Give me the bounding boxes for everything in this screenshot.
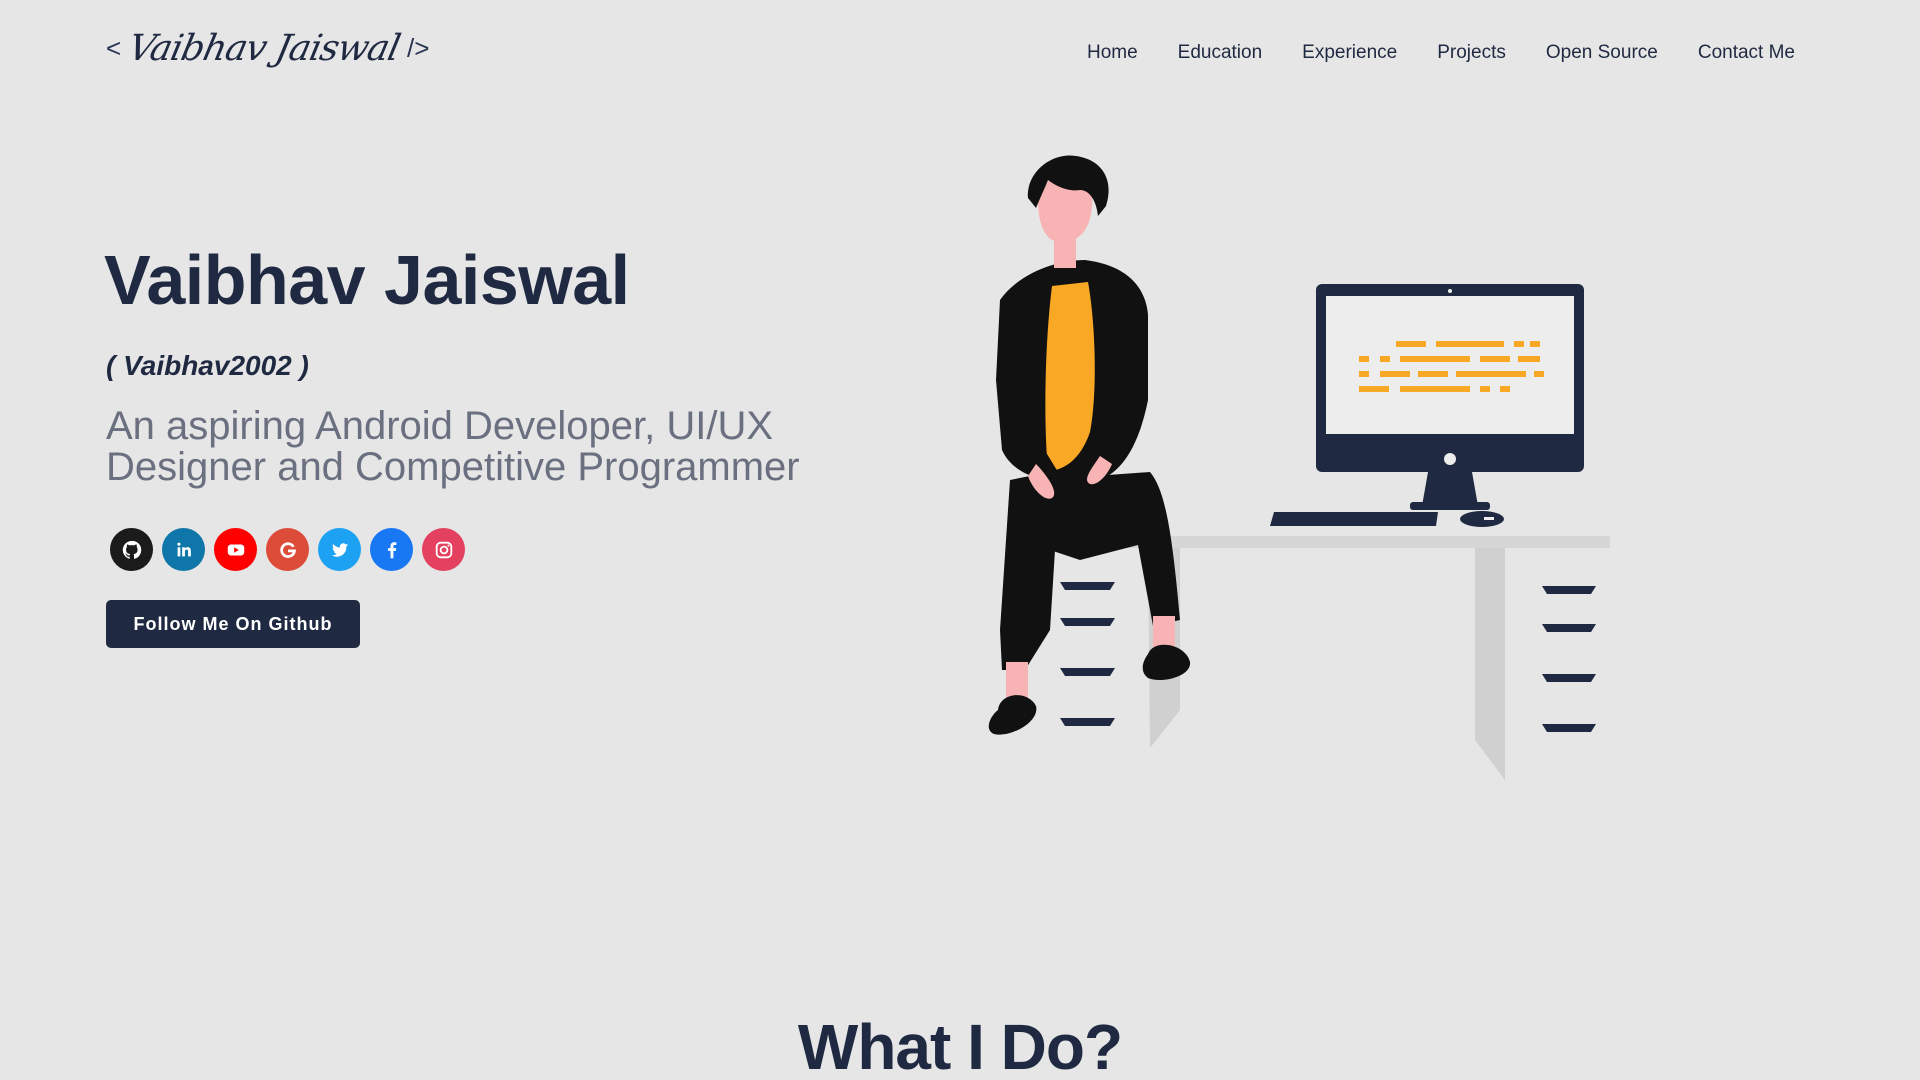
nav-link-contact[interactable]: Contact Me — [1698, 42, 1795, 63]
nav-item-contact: Contact Me — [1698, 42, 1795, 64]
github-icon[interactable] — [110, 528, 153, 571]
nav-link-education[interactable]: Education — [1178, 42, 1263, 63]
hero-handle: ( Vaibhav2002 ) — [106, 350, 309, 381]
logo[interactable]: < Vaibhav Jaiswal /> — [106, 28, 429, 69]
instagram-icon[interactable] — [422, 528, 465, 571]
monitor-illustration — [1270, 284, 1584, 527]
nav-link-home[interactable]: Home — [1087, 42, 1138, 63]
nav-item-open-source: Open Source — [1546, 42, 1658, 64]
nav-link-experience[interactable]: Experience — [1302, 42, 1397, 63]
google-icon[interactable] — [266, 528, 309, 571]
nav-item-home: Home — [1087, 42, 1138, 64]
logo-close-bracket: /> — [407, 33, 430, 63]
nav-item-education: Education — [1178, 42, 1263, 64]
social-links — [110, 528, 465, 571]
hero-subtitle: An aspiring Android Developer, UI/UX Des… — [106, 404, 800, 489]
follow-github-button[interactable]: Follow Me On Github — [106, 600, 360, 648]
nav-link-projects[interactable]: Projects — [1437, 42, 1506, 63]
youtube-icon[interactable] — [214, 528, 257, 571]
logo-signature: Vaibhav Jaiswal — [124, 28, 404, 69]
hero-name: Vaibhav Jaiswal — [104, 241, 630, 319]
logo-open-bracket: < — [106, 33, 122, 63]
twitter-icon[interactable] — [318, 528, 361, 571]
what-i-do-heading: What I Do? — [797, 1011, 1123, 1080]
facebook-icon[interactable] — [370, 528, 413, 571]
nav-item-projects: Projects — [1437, 42, 1506, 64]
nav-item-experience: Experience — [1302, 42, 1397, 64]
nav-link-open-source[interactable]: Open Source — [1546, 42, 1658, 63]
developer-at-desk-illustration — [988, 155, 1610, 780]
person-illustration — [988, 155, 1191, 735]
site-header: < Vaibhav Jaiswal /> Home Education Expe… — [0, 0, 1920, 110]
main-nav: Home Education Experience Projects Open … — [1087, 42, 1795, 64]
linkedin-icon[interactable] — [162, 528, 205, 571]
desk-illustration — [1050, 536, 1610, 780]
